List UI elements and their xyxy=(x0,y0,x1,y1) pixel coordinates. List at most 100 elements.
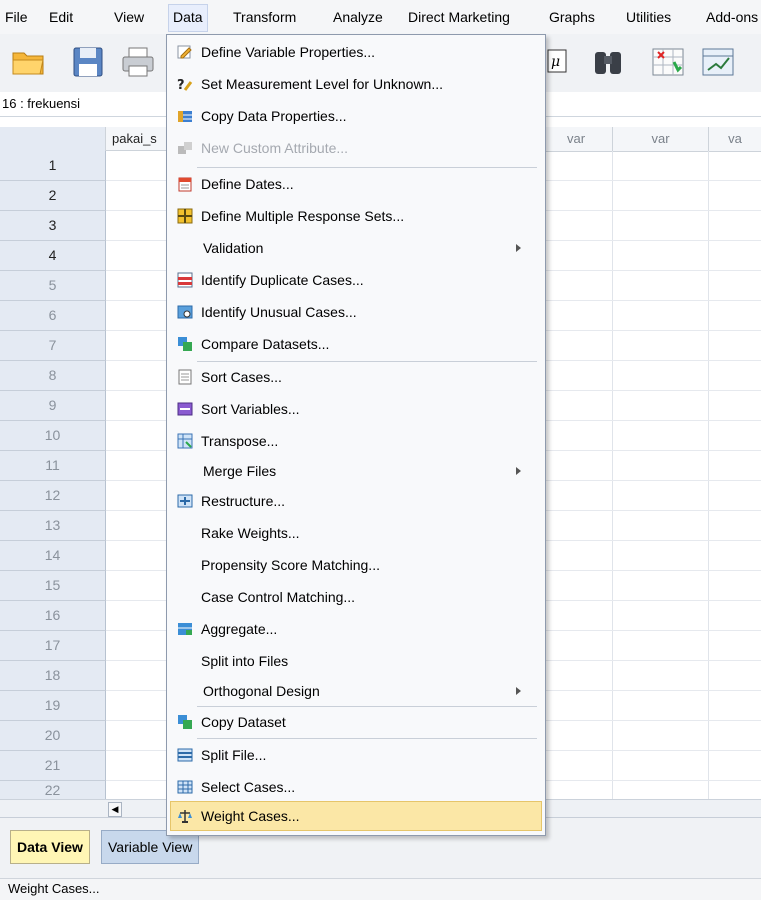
svg-text:μ: μ xyxy=(551,54,560,70)
tab-data-view[interactable]: Data View xyxy=(10,830,90,864)
menu-item-orthogonal-design[interactable]: Orthogonal Design xyxy=(171,677,541,705)
menu-item-define-dates[interactable]: Define Dates... xyxy=(171,170,541,198)
scroll-left-icon[interactable]: ◀ xyxy=(108,802,122,817)
menu-item-select-cases[interactable]: Select Cases... xyxy=(171,773,541,801)
corner-header[interactable] xyxy=(0,127,106,152)
menu-item-define-variable-properties[interactable]: Define Variable Properties... xyxy=(171,38,541,66)
calendar-icon xyxy=(178,177,192,192)
menu-item-compare-datasets[interactable]: Compare Datasets... xyxy=(171,330,541,358)
status-bar: Weight Cases... xyxy=(0,878,761,900)
row-header[interactable]: 21 xyxy=(0,751,106,781)
menu-graphs[interactable]: Graphs xyxy=(549,9,595,25)
menu-item-split-file[interactable]: Split File... xyxy=(171,741,541,769)
menu-direct-marketing[interactable]: Direct Marketing xyxy=(408,9,510,25)
compare-datasets-icon xyxy=(178,337,192,351)
menu-transform[interactable]: Transform xyxy=(233,9,296,25)
weight-cases-icon xyxy=(178,810,192,823)
row-header[interactable]: 18 xyxy=(0,661,106,691)
menu-item-rake-weights[interactable]: Rake Weights... xyxy=(171,519,541,547)
row-header[interactable]: 2 xyxy=(0,181,106,211)
row-header[interactable]: 4 xyxy=(0,241,106,271)
menu-analyze[interactable]: Analyze xyxy=(333,9,383,25)
print-icon[interactable] xyxy=(120,44,156,80)
menu-item-copy-dataset[interactable]: Copy Dataset xyxy=(171,708,541,736)
menu-item-case-control-matching[interactable]: Case Control Matching... xyxy=(171,583,541,611)
menu-file[interactable]: File xyxy=(5,9,28,25)
row-header[interactable]: 5 xyxy=(0,271,106,301)
menu-item-define-multiple-response-sets[interactable]: Define Multiple Response Sets... xyxy=(171,202,541,230)
select-cases-icon xyxy=(177,780,193,794)
menu-data[interactable]: Data xyxy=(168,4,208,32)
menu-separator xyxy=(197,738,537,739)
row-header[interactable]: 16 xyxy=(0,601,106,631)
row-header[interactable]: 13 xyxy=(0,511,106,541)
menu-separator xyxy=(197,167,537,168)
chart-builder-icon[interactable] xyxy=(700,44,736,80)
row-header[interactable]: 10 xyxy=(0,421,106,451)
cell-reference: 16 : frekuensi xyxy=(2,96,81,111)
menu-item-propensity-score-matching[interactable]: Propensity Score Matching... xyxy=(171,551,541,579)
grid-line xyxy=(708,151,709,799)
row-header[interactable]: 20 xyxy=(0,721,106,751)
unusual-cases-icon xyxy=(177,305,193,319)
row-header[interactable]: 15 xyxy=(0,571,106,601)
insert-cases-icon[interactable] xyxy=(650,44,686,80)
row-header[interactable]: 1 xyxy=(0,151,106,181)
menu-item-copy-data-properties[interactable]: Copy Data Properties... xyxy=(171,102,541,130)
row-header[interactable]: 9 xyxy=(0,391,106,421)
menu-bar: File Edit View Data Transform Analyze Di… xyxy=(0,0,761,35)
menu-item-transpose[interactable]: Transpose... xyxy=(171,427,541,455)
aggregate-icon xyxy=(178,623,192,635)
menu-edit[interactable]: Edit xyxy=(49,9,73,25)
menu-item-identify-duplicate-cases[interactable]: Identify Duplicate Cases... xyxy=(171,266,541,294)
menu-item-merge-files[interactable]: Merge Files xyxy=(171,457,541,485)
define-properties-icon xyxy=(177,45,192,59)
menu-item-validation[interactable]: Validation xyxy=(171,234,541,262)
grid-line xyxy=(612,151,613,799)
sort-variables-icon xyxy=(177,402,193,416)
custom-attribute-icon xyxy=(178,142,192,154)
svg-text:?: ? xyxy=(177,78,185,92)
row-header[interactable]: 7 xyxy=(0,331,106,361)
restructure-icon xyxy=(177,494,193,508)
save-icon[interactable] xyxy=(70,44,106,80)
row-header[interactable]: 19 xyxy=(0,691,106,721)
row-header[interactable]: 3 xyxy=(0,211,106,241)
row-header[interactable]: 12 xyxy=(0,481,106,511)
menu-item-aggregate[interactable]: Aggregate... xyxy=(171,615,541,643)
menu-item-weight-cases[interactable]: Weight Cases... xyxy=(170,801,542,831)
submenu-arrow-icon xyxy=(516,687,521,695)
open-folder-icon[interactable] xyxy=(10,44,46,80)
column-header[interactable]: va xyxy=(709,127,761,152)
transpose-icon xyxy=(177,433,193,449)
response-sets-icon xyxy=(177,208,193,224)
column-header[interactable]: var xyxy=(540,127,613,152)
row-header[interactable]: 14 xyxy=(0,541,106,571)
menu-item-sort-variables[interactable]: Sort Variables... xyxy=(171,395,541,423)
menu-utilities[interactable]: Utilities xyxy=(626,9,671,25)
data-menu-dropdown: Define Variable Properties... ? Set Meas… xyxy=(166,34,546,836)
row-header[interactable]: 8 xyxy=(0,361,106,391)
duplicate-cases-icon xyxy=(177,272,193,288)
menu-item-set-measurement-level[interactable]: ? Set Measurement Level for Unknown... xyxy=(171,70,541,98)
menu-item-split-into-files[interactable]: Split into Files xyxy=(171,647,541,675)
row-header[interactable]: 11 xyxy=(0,451,106,481)
menu-item-sort-cases[interactable]: Sort Cases... xyxy=(171,363,541,391)
menu-view[interactable]: View xyxy=(114,9,144,25)
sort-cases-icon xyxy=(178,369,192,385)
column-header[interactable]: var xyxy=(613,127,709,152)
menu-add-ons[interactable]: Add-ons xyxy=(706,9,758,25)
menu-item-new-custom-attribute[interactable]: New Custom Attribute... xyxy=(171,134,541,162)
copy-dataset-icon xyxy=(178,715,192,729)
row-header[interactable]: 6 xyxy=(0,301,106,331)
row-header[interactable]: 17 xyxy=(0,631,106,661)
row-header[interactable]: 22 xyxy=(0,781,106,800)
menu-item-restructure[interactable]: Restructure... xyxy=(171,487,541,515)
copy-properties-icon xyxy=(178,111,192,122)
split-file-icon xyxy=(177,748,193,762)
value-labels-icon[interactable]: μ xyxy=(546,44,568,80)
find-binoculars-icon[interactable] xyxy=(590,44,626,80)
menu-separator xyxy=(197,361,537,362)
submenu-arrow-icon xyxy=(516,244,521,252)
menu-item-identify-unusual-cases[interactable]: Identify Unusual Cases... xyxy=(171,298,541,326)
